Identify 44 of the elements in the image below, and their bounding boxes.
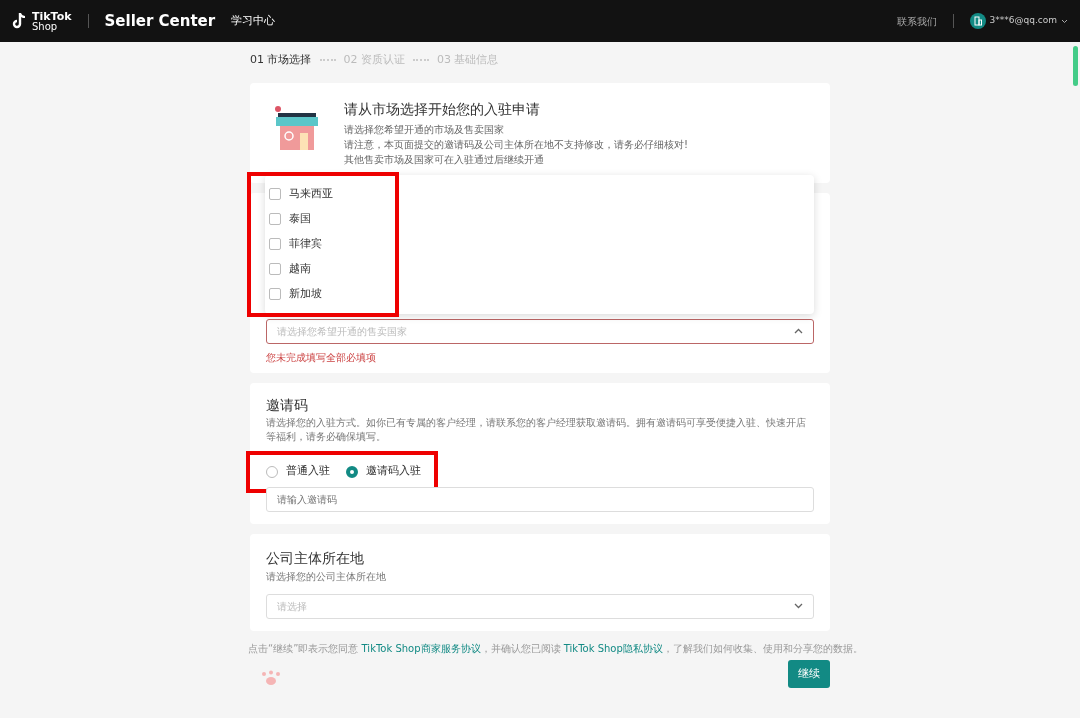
checkbox[interactable] xyxy=(269,263,281,275)
option-label[interactable]: 泰国 xyxy=(289,210,311,228)
nav-link[interactable]: 学习中心 xyxy=(231,12,276,30)
section-title: 邀请码 xyxy=(266,395,309,415)
intro-text: 请选择您希望开通的市场及售卖国家 xyxy=(344,122,505,137)
checkbox[interactable] xyxy=(269,288,281,300)
chevron-down-icon[interactable] xyxy=(1061,18,1068,24)
avatar-icon[interactable] xyxy=(969,13,986,29)
logo-text: TikTok xyxy=(32,10,72,22)
section-description: 请选择您的公司主体所在地 xyxy=(266,569,387,584)
placeholder-text: 请选择 xyxy=(277,599,307,614)
contact-link[interactable]: 联系我们 xyxy=(896,13,937,29)
radio-button[interactable] xyxy=(346,465,358,478)
music-note-logo-icon xyxy=(12,12,28,30)
section-title: 公司主体所在地 xyxy=(266,548,365,568)
option-label[interactable]: 菲律宾 xyxy=(289,235,322,253)
continue-button[interactable]: 继续 xyxy=(788,659,830,688)
input-field[interactable]: 请输入邀请码 xyxy=(266,486,814,512)
chevron-down-icon[interactable] xyxy=(794,603,803,609)
option-label[interactable]: 越南 xyxy=(289,260,311,278)
intro-title: 请从市场选择开始您的入驻申请 xyxy=(344,99,541,119)
error-message: 您未完成填写全部必填项 xyxy=(266,350,377,365)
intro-text: 请注意，本页面提交的邀请码及公司主体所在地不支持修改，请务必仔细核对! xyxy=(344,137,688,152)
storefront-icon xyxy=(274,104,320,153)
option-label[interactable]: 新加坡 xyxy=(289,285,322,303)
agreement-text: 点击“继续”即表示您同意 TikTok Shop商家服务协议，并确认您已阅读 TikTok Shop隐私协议，了解我们如何收集、使用和分享您的数据。 xyxy=(248,641,864,656)
step-label[interactable]: 01 市场选择 xyxy=(250,52,312,69)
chevron-up-icon[interactable] xyxy=(794,328,803,334)
agreement-link[interactable]: TikTok Shop隐私协议 xyxy=(563,642,663,654)
account-email[interactable]: 3***6@qq.com xyxy=(989,14,1057,28)
product-name: Seller Center xyxy=(104,10,216,32)
logo-text: Shop xyxy=(32,21,59,32)
intro-text: 其他售卖市场及国家可在入驻通过后继续开通 xyxy=(344,152,545,167)
option-label[interactable]: 马来西亚 xyxy=(289,185,333,203)
checkbox[interactable] xyxy=(269,238,281,250)
radio-label[interactable]: 普通入驻 xyxy=(286,463,330,480)
scrollbar-thumb[interactable] xyxy=(1073,46,1078,86)
radio-label[interactable]: 邀请码入驻 xyxy=(366,463,421,480)
placeholder-text: 请选择您希望开通的售卖国家 xyxy=(277,324,407,339)
agreement-link[interactable]: TikTok Shop商家服务协议 xyxy=(361,642,481,654)
section-description: 请选择您的入驻方式。如你已有专属的客户经理，请联系您的客户经理获取邀请码。拥有邀请码可享受便捷入驻、快速开店等福利，请务必确保填写。 xyxy=(266,415,807,444)
checkbox[interactable] xyxy=(269,188,281,200)
paw-icon xyxy=(260,669,282,686)
checkbox[interactable] xyxy=(269,213,281,225)
